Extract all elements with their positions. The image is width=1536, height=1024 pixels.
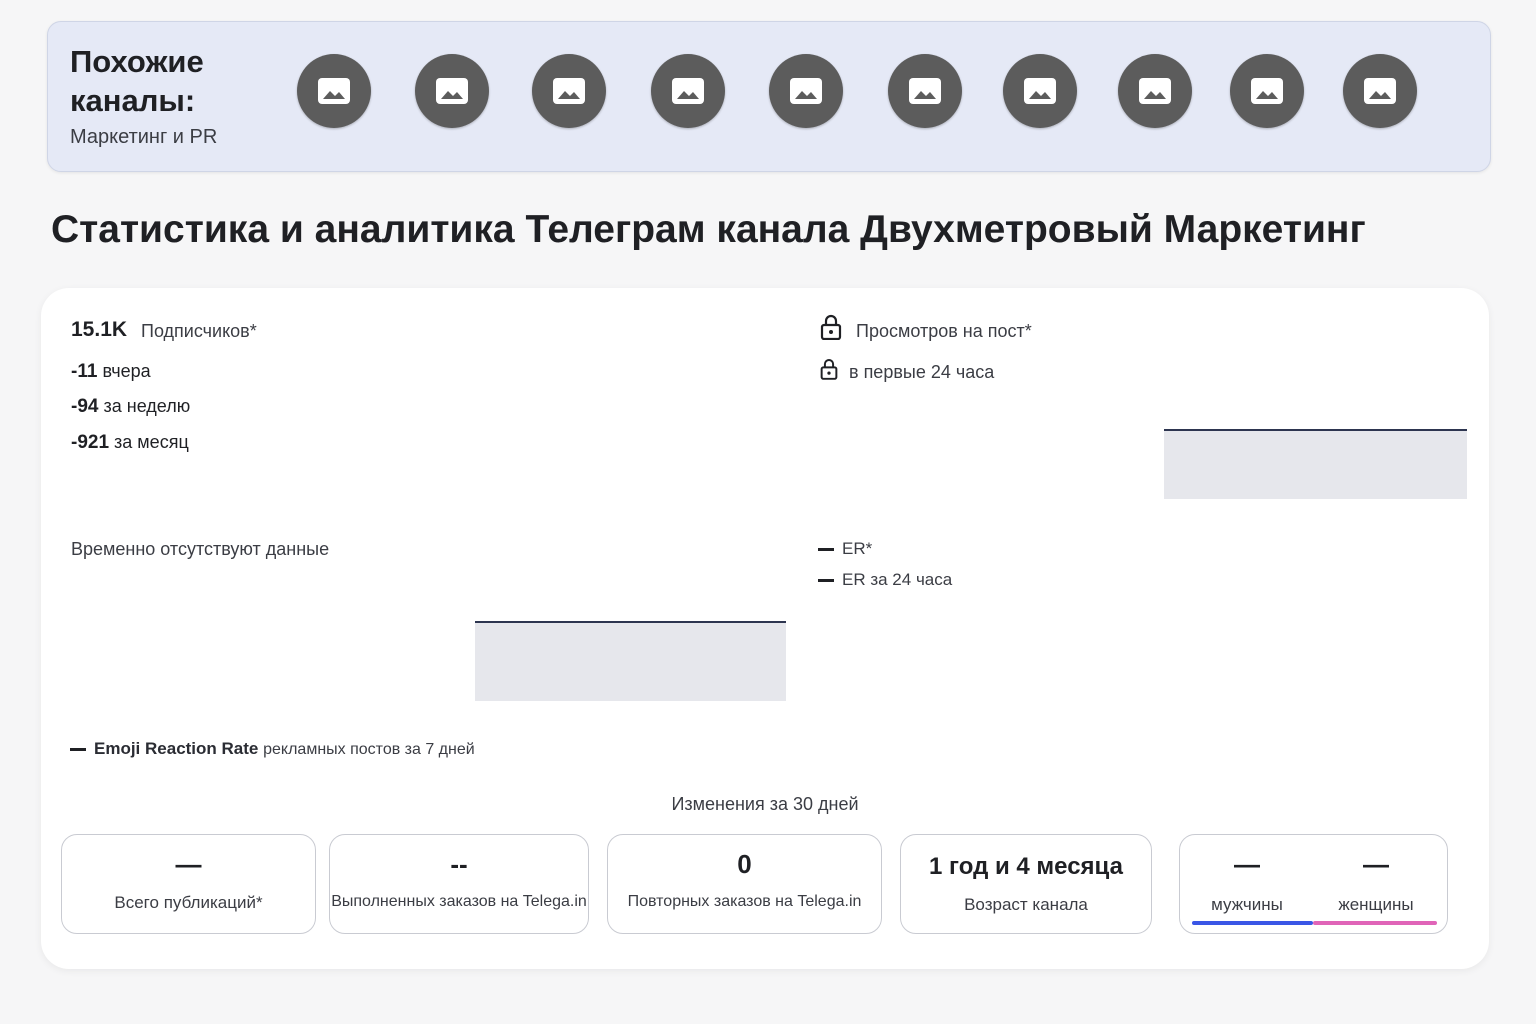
repeat-orders-label: Повторных заказов на Telega.in [627,893,862,910]
legend-dash-icon [818,579,834,583]
image-placeholder-icon [790,78,822,104]
lock-icon [820,359,838,380]
publications-stat: — Всего публикаций* [61,834,316,934]
views-per-post-label: Просмотров на пост* [856,321,1032,341]
repeat-orders-stat: 0 Повторных заказов на Telega.in [607,834,882,934]
similar-channel-avatar[interactable] [651,54,725,128]
image-placeholder-icon [1251,78,1283,104]
image-placeholder-icon [318,78,350,104]
image-placeholder-icon [1364,78,1396,104]
female-value: — [1363,849,1389,879]
similar-channels-category[interactable]: Маркетинг и PR [70,126,217,149]
views-chart-placeholder [1164,429,1467,499]
similar-channel-avatar[interactable] [1343,54,1417,128]
female-share-bar [1313,921,1437,925]
similar-channel-avatar[interactable] [297,54,371,128]
female-label: женщины [1338,895,1414,914]
subscribers-delta-day: -11 вчера [71,361,151,382]
similar-channel-avatar[interactable] [532,54,606,128]
male-value: — [1234,849,1260,879]
legend-dash-icon [818,548,834,552]
er-legend: ER* [818,539,872,559]
image-placeholder-icon [1139,78,1171,104]
gender-stat: — мужчины — женщины [1179,834,1448,934]
male-column: — мужчины [1182,835,1312,933]
image-placeholder-icon [553,78,585,104]
female-column: — женщины [1311,835,1441,933]
similar-channel-avatar[interactable] [769,54,843,128]
similar-channel-avatar[interactable] [1003,54,1077,128]
similar-channels-panel: Похожие каналы: Маркетинг и PR [47,21,1491,172]
channel-age-label: Возраст канала [964,895,1088,914]
er-chart-placeholder [475,621,786,701]
subscribers-delta-week: -94 за неделю [71,396,191,417]
no-data-message: Временно отсутствуют данные [71,539,330,559]
male-share-bar [1192,921,1313,925]
subscribers-delta-month: -921 за месяц [71,432,189,453]
channel-age-value: 1 год и 4 месяца [929,853,1123,880]
legend-dash-icon [70,748,86,752]
completed-orders-value: -- [450,849,468,879]
er-24-legend: ER за 24 часа [818,570,952,590]
lock-icon [820,314,842,340]
publications-label: Всего публикаций* [114,893,263,912]
stats-card: 15.1K Подписчиков* -11 вчера -94 за неде… [41,288,1489,969]
image-placeholder-icon [1024,78,1056,104]
similar-channels-title: Похожие каналы: [70,44,204,118]
repeat-orders-value: 0 [737,849,752,879]
publications-value: — [175,849,202,879]
image-placeholder-icon [909,78,941,104]
channel-age-stat: 1 год и 4 месяца Возраст канала [900,834,1152,934]
similar-channel-avatar[interactable] [1230,54,1304,128]
image-placeholder-icon [672,78,704,104]
views-first-24h-label: в первые 24 часа [849,362,995,382]
page-title: Статистика и аналитика Телеграм канала Д… [51,208,1366,251]
similar-channel-avatar[interactable] [1118,54,1192,128]
image-placeholder-icon [436,78,468,104]
subscribers-count: 15.1K [71,318,128,341]
subscribers-label: Подписчиков* [141,321,257,341]
emoji-reaction-rate-legend: Emoji Reaction Rate рекламных постов за … [70,739,475,759]
completed-orders-stat: -- Выполненных заказов на Telega.in [329,834,589,934]
completed-orders-label: Выполненных заказов на Telega.in [331,893,587,910]
changes-30-days-label: Изменения за 30 дней [671,794,859,814]
similar-channel-avatar[interactable] [415,54,489,128]
male-label: мужчины [1211,895,1283,914]
similar-channel-avatar[interactable] [888,54,962,128]
